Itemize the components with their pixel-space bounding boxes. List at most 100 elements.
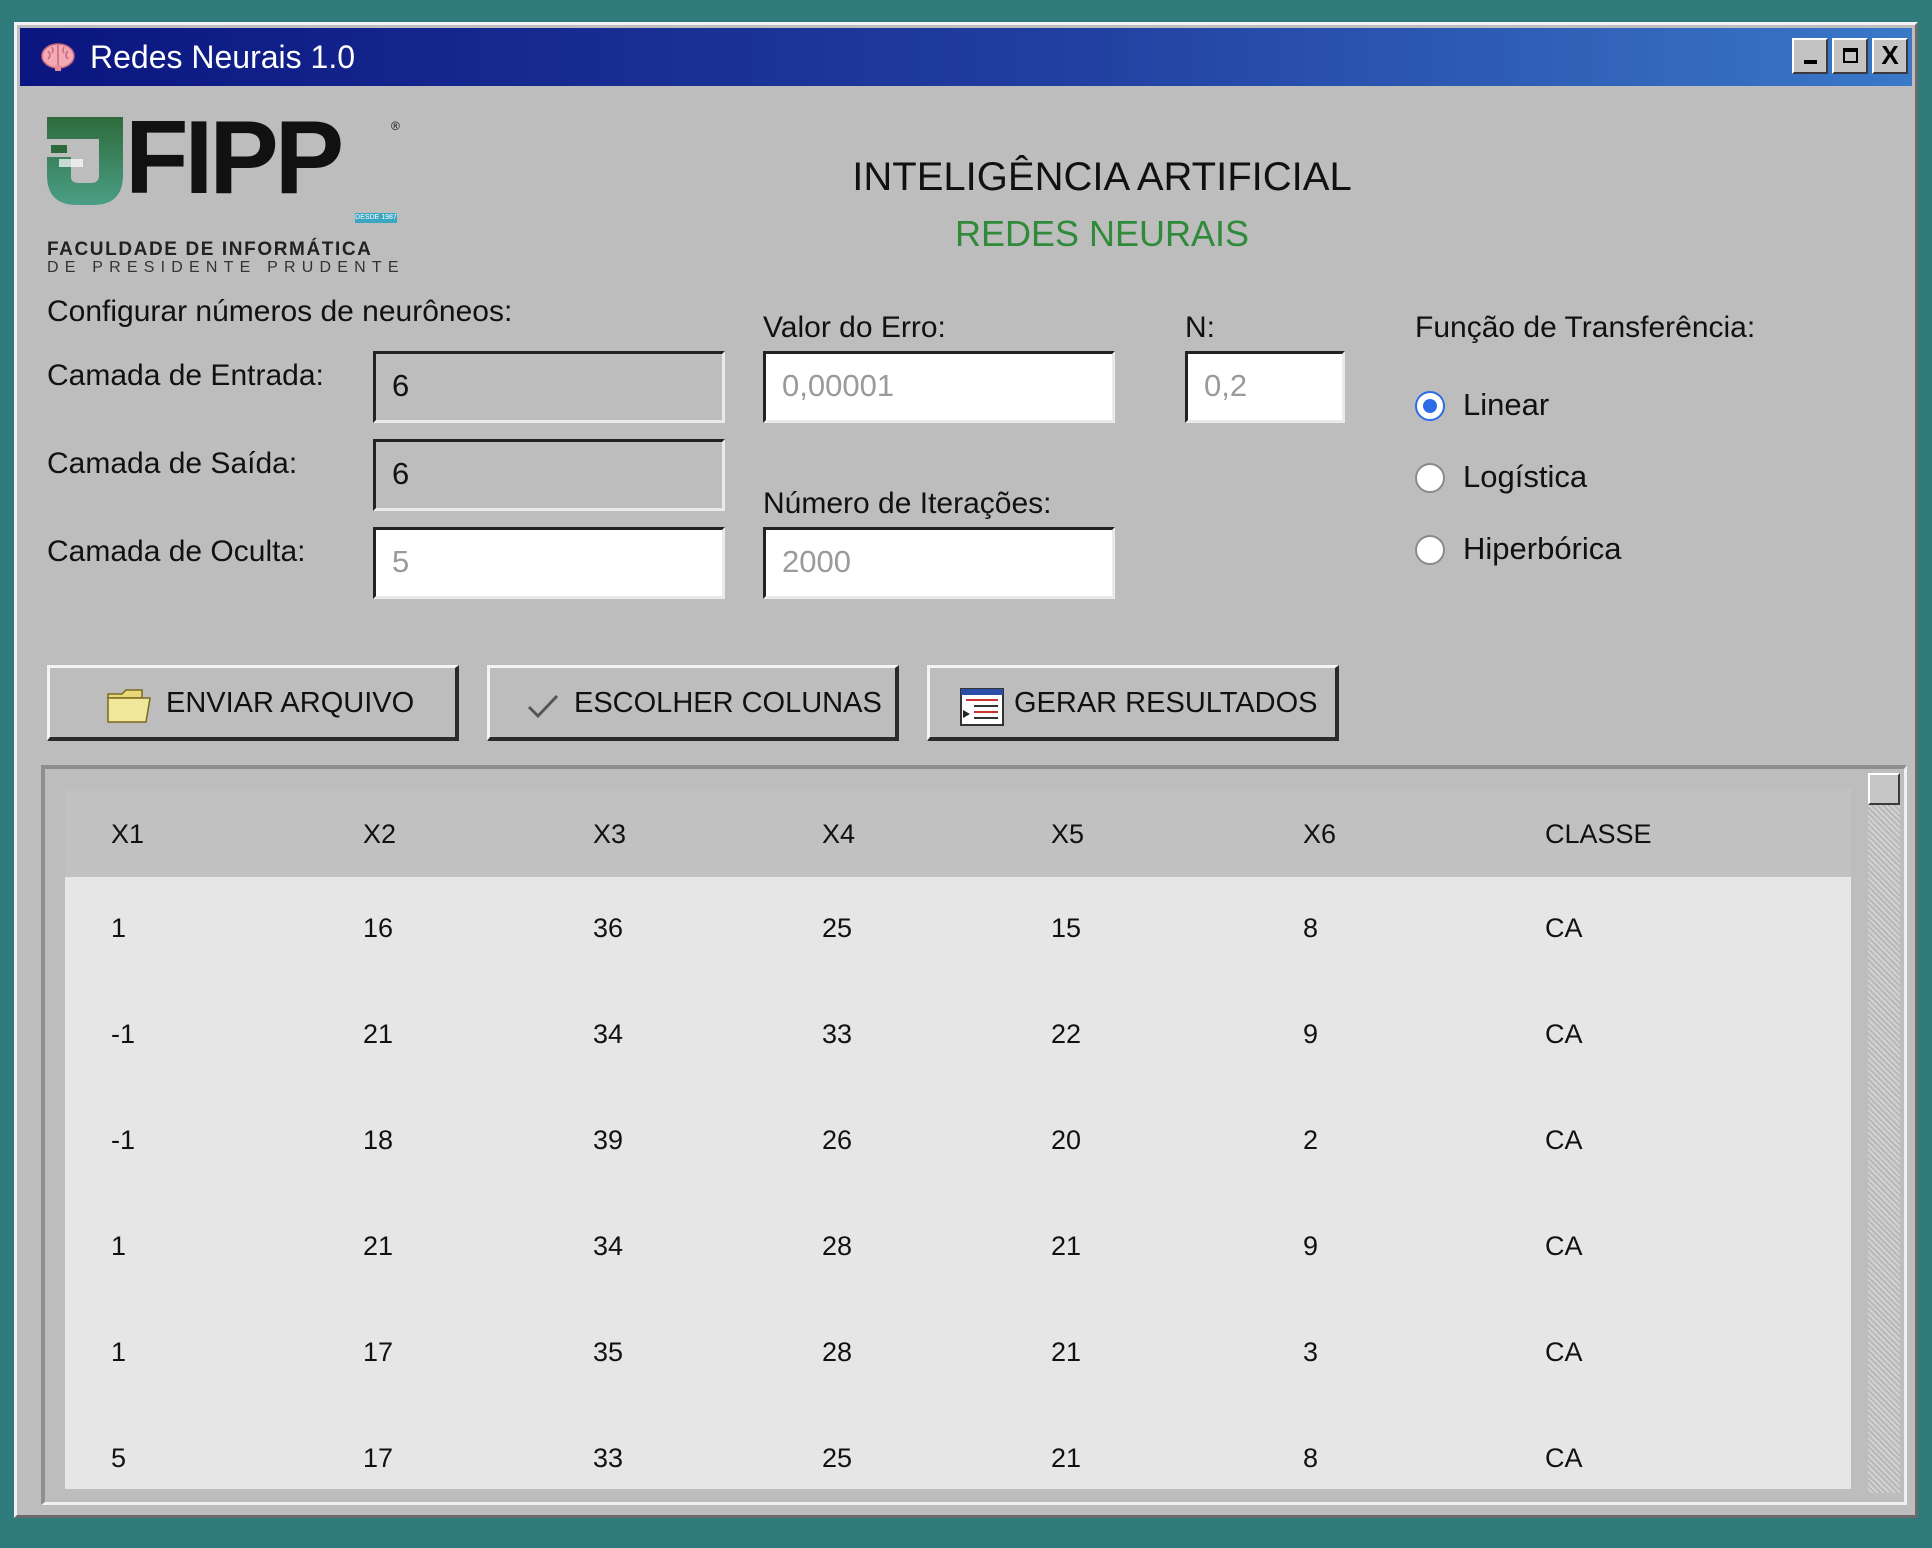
title-bar[interactable]: Redes Neurais 1.0 X [20, 28, 1912, 86]
table-row[interactable]: 1 17 35 28 21 3 CA [65, 1317, 1851, 1397]
app-window: Redes Neurais 1.0 X FIPP ® DESDE 1987 FA… [14, 22, 1918, 1518]
page-title: INTELIGÊNCIA ARTIFICIAL [852, 155, 1352, 199]
saida-label: Camada de Saída: [47, 447, 298, 480]
gerar-resultados-button[interactable]: GERAR RESULTADOS [927, 665, 1339, 741]
oculta-label: Camada de Oculta: [47, 535, 306, 568]
table-cell: CA [1545, 913, 1583, 943]
radio-hiperborica-circle[interactable] [1415, 535, 1445, 565]
table-cell: 36 [593, 913, 624, 943]
escolher-colunas-button[interactable]: ESCOLHER COLUNAS [487, 665, 899, 741]
table-cell: 9 [1303, 1231, 1319, 1261]
table-cell: 16 [363, 913, 394, 943]
logo-registered: ® [391, 119, 400, 133]
vertical-scrollbar[interactable] [1868, 773, 1900, 1493]
table-row[interactable]: 1 21 34 28 21 9 CA [65, 1211, 1851, 1291]
table-cell: 20 [1051, 1125, 1082, 1155]
table-cell: 25 [822, 913, 853, 943]
transferencia-label: Função de Transferência: [1415, 311, 1756, 344]
brain-icon [41, 43, 75, 71]
table-cell: 21 [363, 1019, 394, 1049]
table-cell: 28 [822, 1231, 853, 1261]
table-cell: 21 [1051, 1231, 1082, 1261]
table-cell: 28 [822, 1337, 853, 1367]
table-cell: -1 [111, 1125, 136, 1155]
data-table: X1 X2 X3 X4 X5 X6 CLASSE 1 16 36 25 15 8 CA -1 21 34 33 2… [65, 789, 1851, 1489]
table-cell: 8 [1303, 1443, 1319, 1473]
table-row[interactable]: -1 18 39 26 20 2 CA [65, 1105, 1851, 1185]
maximize-button[interactable] [1832, 38, 1868, 74]
logo-line2: DE PRESIDENTE PRUDENTE [47, 259, 405, 276]
column-header: X4 [822, 819, 856, 849]
radio-hiperborica-label: Hiperbórica [1463, 531, 1622, 566]
table-cell: CA [1545, 1125, 1583, 1155]
column-header: X2 [363, 819, 397, 849]
table-cell: 2 [1303, 1125, 1319, 1155]
column-header: X5 [1051, 819, 1085, 849]
iteracoes-input[interactable]: 2000 [763, 527, 1115, 599]
table-cell: 18 [363, 1125, 394, 1155]
entrada-field: 6 [373, 351, 725, 423]
folder-icon [107, 689, 151, 723]
enviar-arquivo-label: ENVIAR ARQUIVO [166, 687, 415, 719]
table-cell: 33 [822, 1019, 853, 1049]
radio-logistica-label: Logística [1463, 459, 1588, 494]
table-cell: 5 [111, 1443, 127, 1473]
minimize-button[interactable] [1792, 38, 1828, 74]
table-cell: 9 [1303, 1019, 1319, 1049]
scrollbar-thumb[interactable] [1868, 773, 1900, 805]
logo-name: FIPP [125, 100, 344, 216]
column-header: X6 [1303, 819, 1337, 849]
close-button[interactable]: X [1872, 38, 1908, 74]
n-input[interactable]: 0,2 [1185, 351, 1345, 423]
radio-linear-label: Linear [1463, 387, 1550, 422]
column-header: CLASSE [1545, 819, 1652, 849]
table-row[interactable]: -1 21 34 33 22 9 CA [65, 999, 1851, 1079]
fipp-logo: FIPP ® DESDE 1987 FACULDADE DE INFORMÁTI… [47, 103, 407, 277]
table-cell: 17 [363, 1443, 394, 1473]
escolher-colunas-label: ESCOLHER COLUNAS [574, 687, 882, 719]
page-subtitle: REDES NEURAIS [954, 213, 1250, 254]
erro-input[interactable]: 0,00001 [763, 351, 1115, 423]
table-cell: 26 [822, 1125, 853, 1155]
logo-desde: DESDE 1987 [355, 213, 397, 223]
entrada-label: Camada de Entrada: [47, 359, 324, 392]
table-row[interactable]: 1 16 36 25 15 8 CA [65, 893, 1851, 973]
radio-linear-circle[interactable] [1415, 391, 1445, 421]
table-cell: 1 [111, 1337, 127, 1367]
column-header: X3 [593, 819, 627, 849]
table-cell: 8 [1303, 913, 1319, 943]
table-cell: 35 [593, 1337, 624, 1367]
table-cell: CA [1545, 1231, 1583, 1261]
erro-label: Valor do Erro: [763, 311, 946, 344]
table-cell: 34 [593, 1231, 624, 1261]
report-icon [960, 688, 1004, 726]
oculta-input[interactable]: 5 [373, 527, 725, 599]
table-cell: 25 [822, 1443, 853, 1473]
table-cell: 15 [1051, 913, 1082, 943]
table-cell: CA [1545, 1337, 1583, 1367]
enviar-arquivo-button[interactable]: ENVIAR ARQUIVO [47, 665, 459, 741]
gerar-resultados-label: GERAR RESULTADOS [1014, 687, 1318, 719]
table-cell: 21 [1051, 1337, 1082, 1367]
n-label: N: [1185, 311, 1215, 344]
table-cell: 39 [593, 1125, 624, 1155]
table-cell: CA [1545, 1443, 1583, 1473]
table-row[interactable]: 5 17 33 25 21 8 CA [65, 1423, 1851, 1489]
radio-logistica-circle[interactable] [1415, 463, 1445, 493]
table-cell: -1 [111, 1019, 136, 1049]
table-cell: 1 [111, 1231, 127, 1261]
table-cell: CA [1545, 1019, 1583, 1049]
window-title: Redes Neurais 1.0 [90, 39, 356, 75]
data-table-panel: X1 X2 X3 X4 X5 X6 CLASSE 1 16 36 25 15 8 CA -1 21 34 33 2… [41, 765, 1907, 1505]
table-cell: 34 [593, 1019, 624, 1049]
table-cell: 33 [593, 1443, 624, 1473]
iteracoes-label: Número de Iterações: [763, 487, 1052, 520]
saida-field: 6 [373, 439, 725, 511]
fipp-j-mark-icon [47, 117, 123, 205]
table-header: X1 X2 X3 X4 X5 X6 CLASSE [65, 789, 1851, 877]
checkmark-icon [527, 694, 559, 719]
table-cell: 1 [111, 913, 127, 943]
table-cell: 21 [1051, 1443, 1082, 1473]
table-cell: 3 [1303, 1337, 1319, 1367]
logo-line1: FACULDADE DE INFORMÁTICA [47, 239, 373, 260]
